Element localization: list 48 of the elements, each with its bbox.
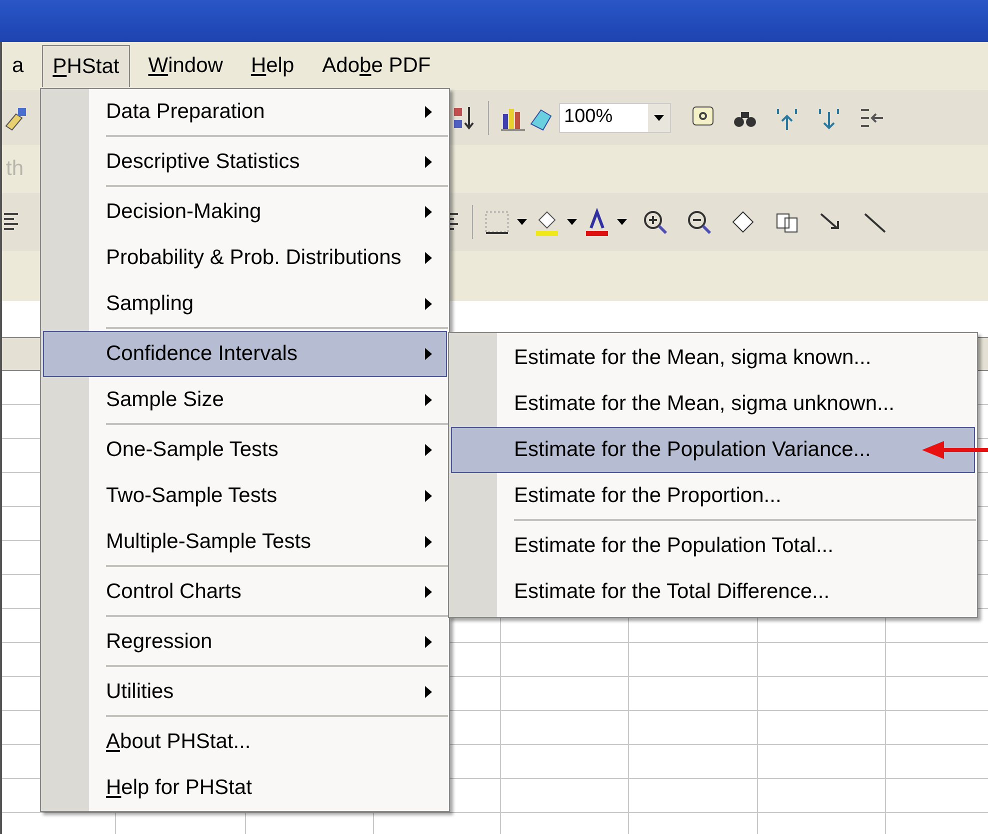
menu-item[interactable]: One-Sample Tests [43,427,447,473]
submenu-item[interactable]: Estimate for the Population Total... [451,523,975,569]
menu-item[interactable]: About PHStat... [43,719,447,765]
menu-item[interactable]: Help for PHStat [43,765,447,811]
menu-item[interactable]: Decision-Making [43,189,447,235]
menu-item[interactable]: Control Charts [43,569,447,619]
submenu-item[interactable]: Estimate for the Total Difference... [451,569,975,615]
caret-icon[interactable] [517,219,527,225]
submenu-arrow-icon [425,252,432,264]
menu-item[interactable]: Sample Size [43,377,447,427]
menu-item[interactable]: Window [138,45,233,87]
submenu-arrow-icon [425,536,432,548]
submenu-arrow-icon [425,348,432,360]
menu-item[interactable]: Sampling [43,281,447,331]
menu-item[interactable]: Regression [43,619,447,669]
menu-item[interactable]: Two-Sample Tests [43,473,447,519]
submenu-arrow-icon [425,586,432,598]
menu-item[interactable]: Probability & Prob. Distributions [43,235,447,281]
menu-item[interactable]: Adobe PDF [312,45,441,87]
menu-item[interactable]: Data Preparation [43,89,447,139]
menu-item[interactable]: Multiple-Sample Tests [43,519,447,569]
submenu-item[interactable]: Estimate for the Mean, sigma known... [451,335,975,381]
submenu-item[interactable]: Estimate for the Proportion... [451,473,975,523]
zoom-combo[interactable]: 100% [559,102,671,132]
menu-item[interactable]: PHStat [42,45,130,87]
menu-item[interactable]: Help [240,45,304,87]
submenu-arrow-icon [425,444,432,456]
font-color-icon[interactable] [583,208,611,236]
menu-item[interactable]: a [2,45,34,87]
submenu-arrow-icon [425,106,432,118]
zoom-in-icon[interactable] [641,208,669,236]
menu-item[interactable]: Descriptive Statistics [43,139,447,189]
submenu-item[interactable]: Estimate for the Mean, sigma unknown... [451,381,975,427]
submenu-arrow-icon [425,686,432,698]
submenu-arrow-icon [425,156,432,168]
submenu-arrow-icon [425,490,432,502]
caret-icon[interactable] [617,219,627,225]
caret-icon[interactable] [654,114,664,120]
submenu-arrow-icon [425,394,432,406]
submenu-item[interactable]: Estimate for the Population Variance... [451,427,975,473]
submenu-arrow-icon [425,636,432,648]
menu-item[interactable]: Utilities [43,669,447,719]
zoom-out-icon[interactable] [685,208,713,236]
caret-icon[interactable] [567,219,577,225]
submenu-arrow-icon [425,206,432,218]
zoom-value: 100% [563,105,613,130]
menu-item[interactable]: Confidence Intervals [43,331,447,377]
submenu-arrow-icon [425,298,432,310]
